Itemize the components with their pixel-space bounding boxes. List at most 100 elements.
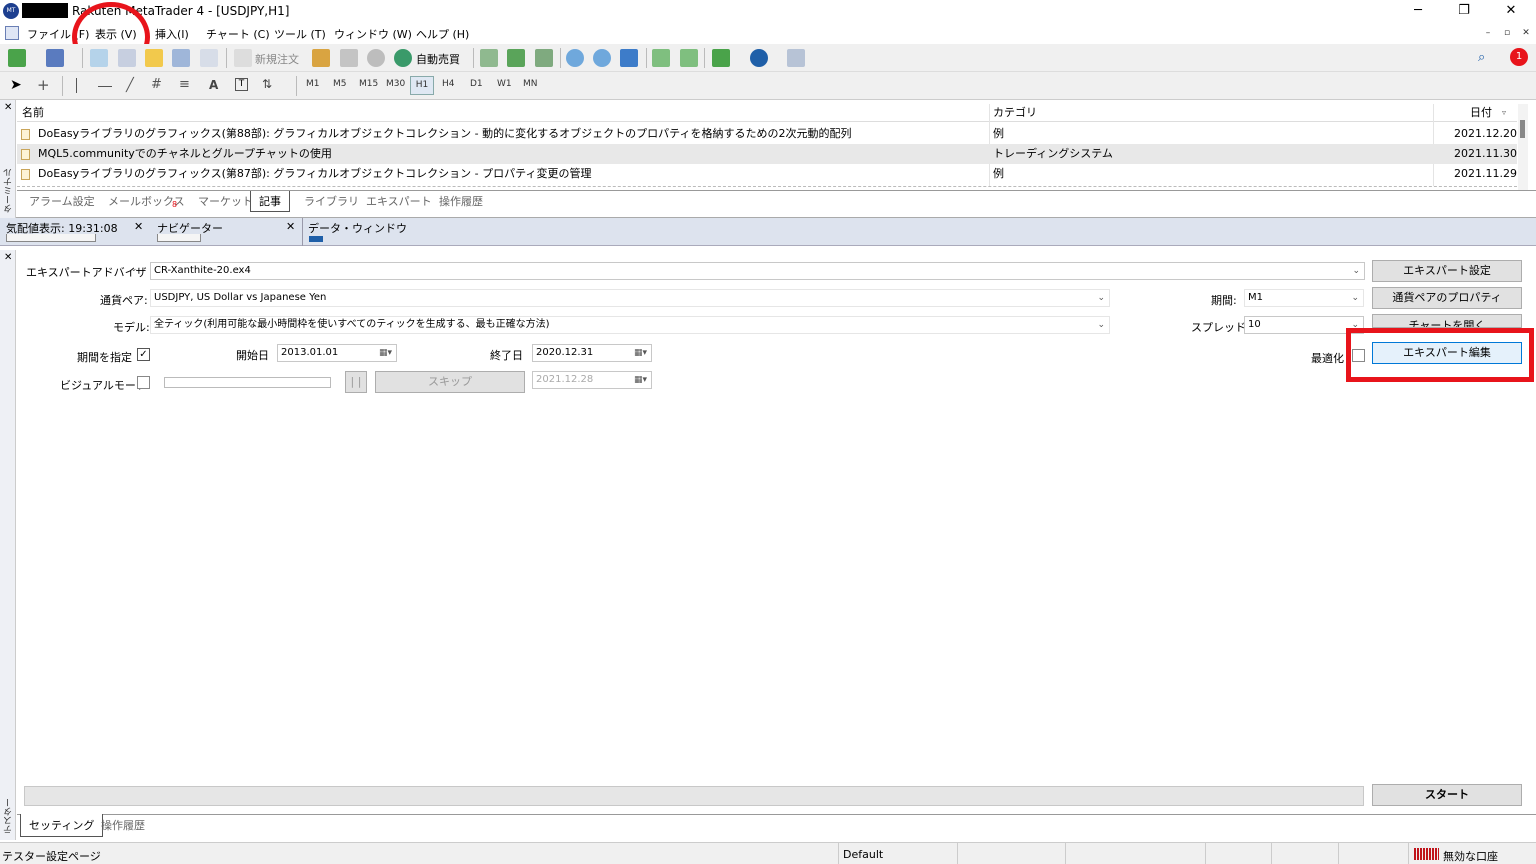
periods-icon[interactable] [750,49,768,67]
fibonacci-icon[interactable]: ≡ [179,77,190,92]
restore-button[interactable]: ❐ [1441,0,1487,22]
skip-date-picker[interactable]: 2021.12.28 ▦▾ [532,371,652,389]
ea-select[interactable]: CR-Xanthite-20.ex4 ⌄ [150,262,1365,280]
notification-badge[interactable]: 1 [1510,48,1528,66]
navigator-close-icon[interactable]: ✕ [286,220,295,233]
menu-help[interactable]: ヘルプ (H) [416,26,469,42]
use-date-checkbox[interactable]: ✓ [137,348,150,361]
tile-windows-icon[interactable] [620,49,638,67]
tester-close-icon[interactable]: ✕ [4,252,12,263]
model-select-value: 全ティック(利用可能な最小時間枠を使いすべてのティックを生成する、最も正確な方法… [154,319,550,330]
table-row[interactable]: DoEasyライブラリのグラフィックス(第88部): グラフィカルオブジェクトコ… [17,124,1517,144]
cursor-icon[interactable]: ➤ [10,77,22,93]
timeframe-w1[interactable]: W1 [497,79,512,89]
chart-window-icon[interactable] [5,26,19,40]
crosshair-icon[interactable]: + [37,76,50,94]
auto-trading-icon[interactable] [394,49,412,67]
mdi-close-button[interactable]: ✕ [1519,26,1533,40]
text-label-icon[interactable]: T [235,78,248,91]
timeframe-d1[interactable]: D1 [470,79,483,89]
trendline-icon[interactable]: ╱ [126,78,134,93]
search-icon[interactable]: ⌕ [1478,49,1496,67]
auto-scroll-icon[interactable] [652,49,670,67]
column-date[interactable]: 日付 [1470,104,1492,122]
skip-button[interactable]: スキップ [375,371,525,393]
bar-chart-icon[interactable] [480,49,498,67]
start-date-picker[interactable]: 2013.01.01 ▦▾ [277,344,397,362]
community-icon[interactable] [340,49,358,67]
app-icon[interactable]: MT [3,3,19,19]
sort-icon[interactable]: ▿ [1502,108,1506,117]
visual-mode-checkbox[interactable] [137,376,150,389]
tab-library[interactable]: ライブラリ [304,193,359,209]
timeframe-m15[interactable]: M15 [359,79,378,89]
menu-window[interactable]: ウィンドウ (W) [334,26,412,42]
timeframe-m30[interactable]: M30 [386,79,405,89]
horizontal-line-icon[interactable] [98,86,112,87]
data-window-icon[interactable] [118,49,136,67]
tab-alerts[interactable]: アラーム設定 [29,193,95,209]
mdi-restore-button[interactable]: ▫ [1500,26,1514,40]
minimize-button[interactable]: ─ [1395,0,1441,22]
timeframe-mn[interactable]: MN [523,79,538,89]
indicators-icon[interactable] [712,49,730,67]
channel-icon[interactable]: # [151,77,162,92]
auto-trading-button[interactable]: 自動売買 [416,51,460,67]
tab-journal[interactable]: 操作履歴 [439,193,483,209]
terminal-scrollbar[interactable] [1518,104,1528,190]
tab-market[interactable]: マーケット [198,193,253,209]
profile-name[interactable]: Default [843,848,883,861]
symbol-properties-button[interactable]: 通貨ペアのプロパティ [1372,287,1522,309]
table-row[interactable]: MQL5.communityでのチャネルとグループチャットの使用 トレーディング… [17,144,1517,164]
menu-chart[interactable]: チャート (C) [206,26,270,42]
zoom-in-icon[interactable] [566,49,584,67]
column-name[interactable]: 名前 [22,104,44,122]
period-select[interactable]: M1 ⌄ [1244,289,1364,307]
timeframe-m1[interactable]: M1 [306,79,320,89]
timeframe-h4[interactable]: H4 [442,79,455,89]
expert-settings-button[interactable]: エキスパート設定 [1372,260,1522,282]
new-order-icon[interactable] [234,49,252,67]
arrows-icon[interactable]: ⇅ [262,77,272,91]
column-category[interactable]: カテゴリ [993,104,1037,122]
chart-shift-icon[interactable] [680,49,698,67]
tab-tester-journal[interactable]: 操作履歴 [101,817,145,833]
signals-icon[interactable] [367,49,385,67]
tab-experts[interactable]: エキスパート [366,193,432,209]
new-order-button[interactable]: 新規注文 [255,51,299,67]
end-date-picker[interactable]: 2020.12.31 ▦▾ [532,344,652,362]
model-select[interactable]: 全ティック(利用可能な最小時間枠を使いすべてのティックを生成する、最も正確な方法… [150,316,1110,334]
text-icon[interactable]: A [209,78,218,92]
terminal-icon[interactable] [172,49,190,67]
visual-speed-slider[interactable] [164,377,331,388]
terminal-close-icon[interactable]: ✕ [4,102,12,113]
templates-icon[interactable] [787,49,805,67]
timeframe-m5[interactable]: M5 [333,79,347,89]
open-chart-button[interactable]: チャートを開く [1372,314,1522,328]
candlestick-icon[interactable] [507,49,525,67]
start-button[interactable]: スタート [1372,784,1522,806]
menu-insert[interactable]: 挿入(I) [155,26,189,42]
mdi-minimize-button[interactable]: – [1481,26,1495,40]
close-button[interactable]: ✕ [1488,0,1534,22]
market-watch-icon[interactable] [90,49,108,67]
menu-tools[interactable]: ツール (T) [274,26,326,42]
line-chart-icon[interactable] [535,49,553,67]
tab-settings[interactable]: セッティング [20,814,104,837]
navigator-icon[interactable] [145,49,163,67]
vertical-line-icon[interactable] [76,78,77,93]
tester-icon[interactable] [200,49,218,67]
terminal-scroll-thumb[interactable] [1520,120,1525,138]
pause-button[interactable]: | | [345,371,367,393]
table-row[interactable]: DoEasyライブラリのグラフィックス(第87部): グラフィカルオブジェクトコ… [17,164,1517,184]
article-name: DoEasyライブラリのグラフィックス(第88部): グラフィカルオブジェクトコ… [38,127,852,140]
timeframe-h1[interactable]: H1 [410,76,434,95]
market-watch-close-icon[interactable]: ✕ [134,220,143,233]
metaeditor-icon[interactable] [312,49,330,67]
data-window-title[interactable]: データ・ウィンドウ [308,220,407,236]
new-chart-icon[interactable] [8,49,26,67]
profiles-icon[interactable] [46,49,64,67]
zoom-out-icon[interactable] [593,49,611,67]
symbol-select[interactable]: USDJPY, US Dollar vs Japanese Yen ⌄ [150,289,1110,307]
tab-articles[interactable]: 記事 [250,191,290,212]
